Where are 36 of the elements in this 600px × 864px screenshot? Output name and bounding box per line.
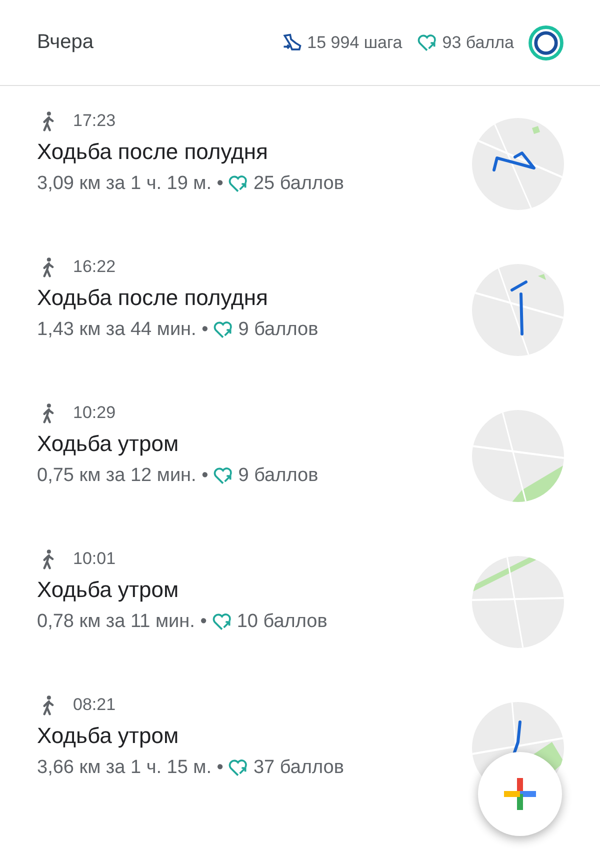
heart-points: 25 баллов: [253, 173, 344, 195]
activity-title: Ходьба после полудня: [37, 285, 269, 311]
steps-count: 15 994 шага: [307, 32, 402, 52]
day-title: Вчера: [37, 31, 94, 54]
activity-summary: 0,75 км за 12 мин. •: [37, 465, 208, 487]
activity-time: 17:23: [73, 111, 116, 131]
heart-points: 9 баллов: [238, 465, 318, 487]
activity-time: 16:22: [73, 257, 116, 277]
heart-points-count: 93 балла: [442, 32, 514, 52]
activity-time: 10:01: [73, 549, 116, 569]
heart-points-icon: [210, 611, 233, 633]
activity-item[interactable]: 10:01 Ходьба утром 0,78 км за 11 мин. • 10 баллов: [0, 544, 600, 690]
activity-item[interactable]: 10:29 Ходьба утром 0,75 км за 12 мин. • 9 баллов: [0, 398, 600, 544]
activity-summary: 0,78 км за 11 мин. •: [37, 611, 207, 633]
heart-points-icon: [227, 173, 250, 195]
add-button[interactable]: [478, 752, 562, 836]
activity-title: Ходьба утром: [37, 577, 180, 603]
heart-points-icon: [416, 32, 438, 54]
heart-points: 37 баллов: [253, 757, 344, 779]
heart-points: 9 баллов: [238, 319, 318, 341]
activity-title: Ходьба утром: [37, 431, 180, 457]
heart-points-icon: [227, 757, 250, 779]
activity-summary: 1,43 км за 44 мин. •: [37, 319, 208, 341]
heart-points-icon: [212, 319, 234, 341]
activity-title: Ходьба утром: [37, 723, 180, 749]
activity-time: 10:29: [73, 403, 116, 423]
activity-item[interactable]: 16:22 Ходьба после полудня 1,43 км за 44 мин. • 9 баллов: [0, 252, 600, 398]
goal-ring-icon[interactable]: [528, 24, 564, 60]
activity-summary: 3,66 км за 1 ч. 15 м. •: [37, 757, 224, 779]
activity-item[interactable]: 17:23 Ходьба после полудня 3,09 км за 1 ч. 19 м. • 25 баллов: [0, 106, 600, 252]
activity-time: 08:21: [73, 695, 116, 715]
steps-icon: [281, 32, 304, 54]
activity-summary: 3,09 км за 1 ч. 19 м. •: [37, 173, 224, 195]
activity-title: Ходьба после полудня: [37, 139, 269, 165]
heart-points: 10 баллов: [236, 611, 328, 633]
heart-points-icon: [212, 465, 234, 487]
